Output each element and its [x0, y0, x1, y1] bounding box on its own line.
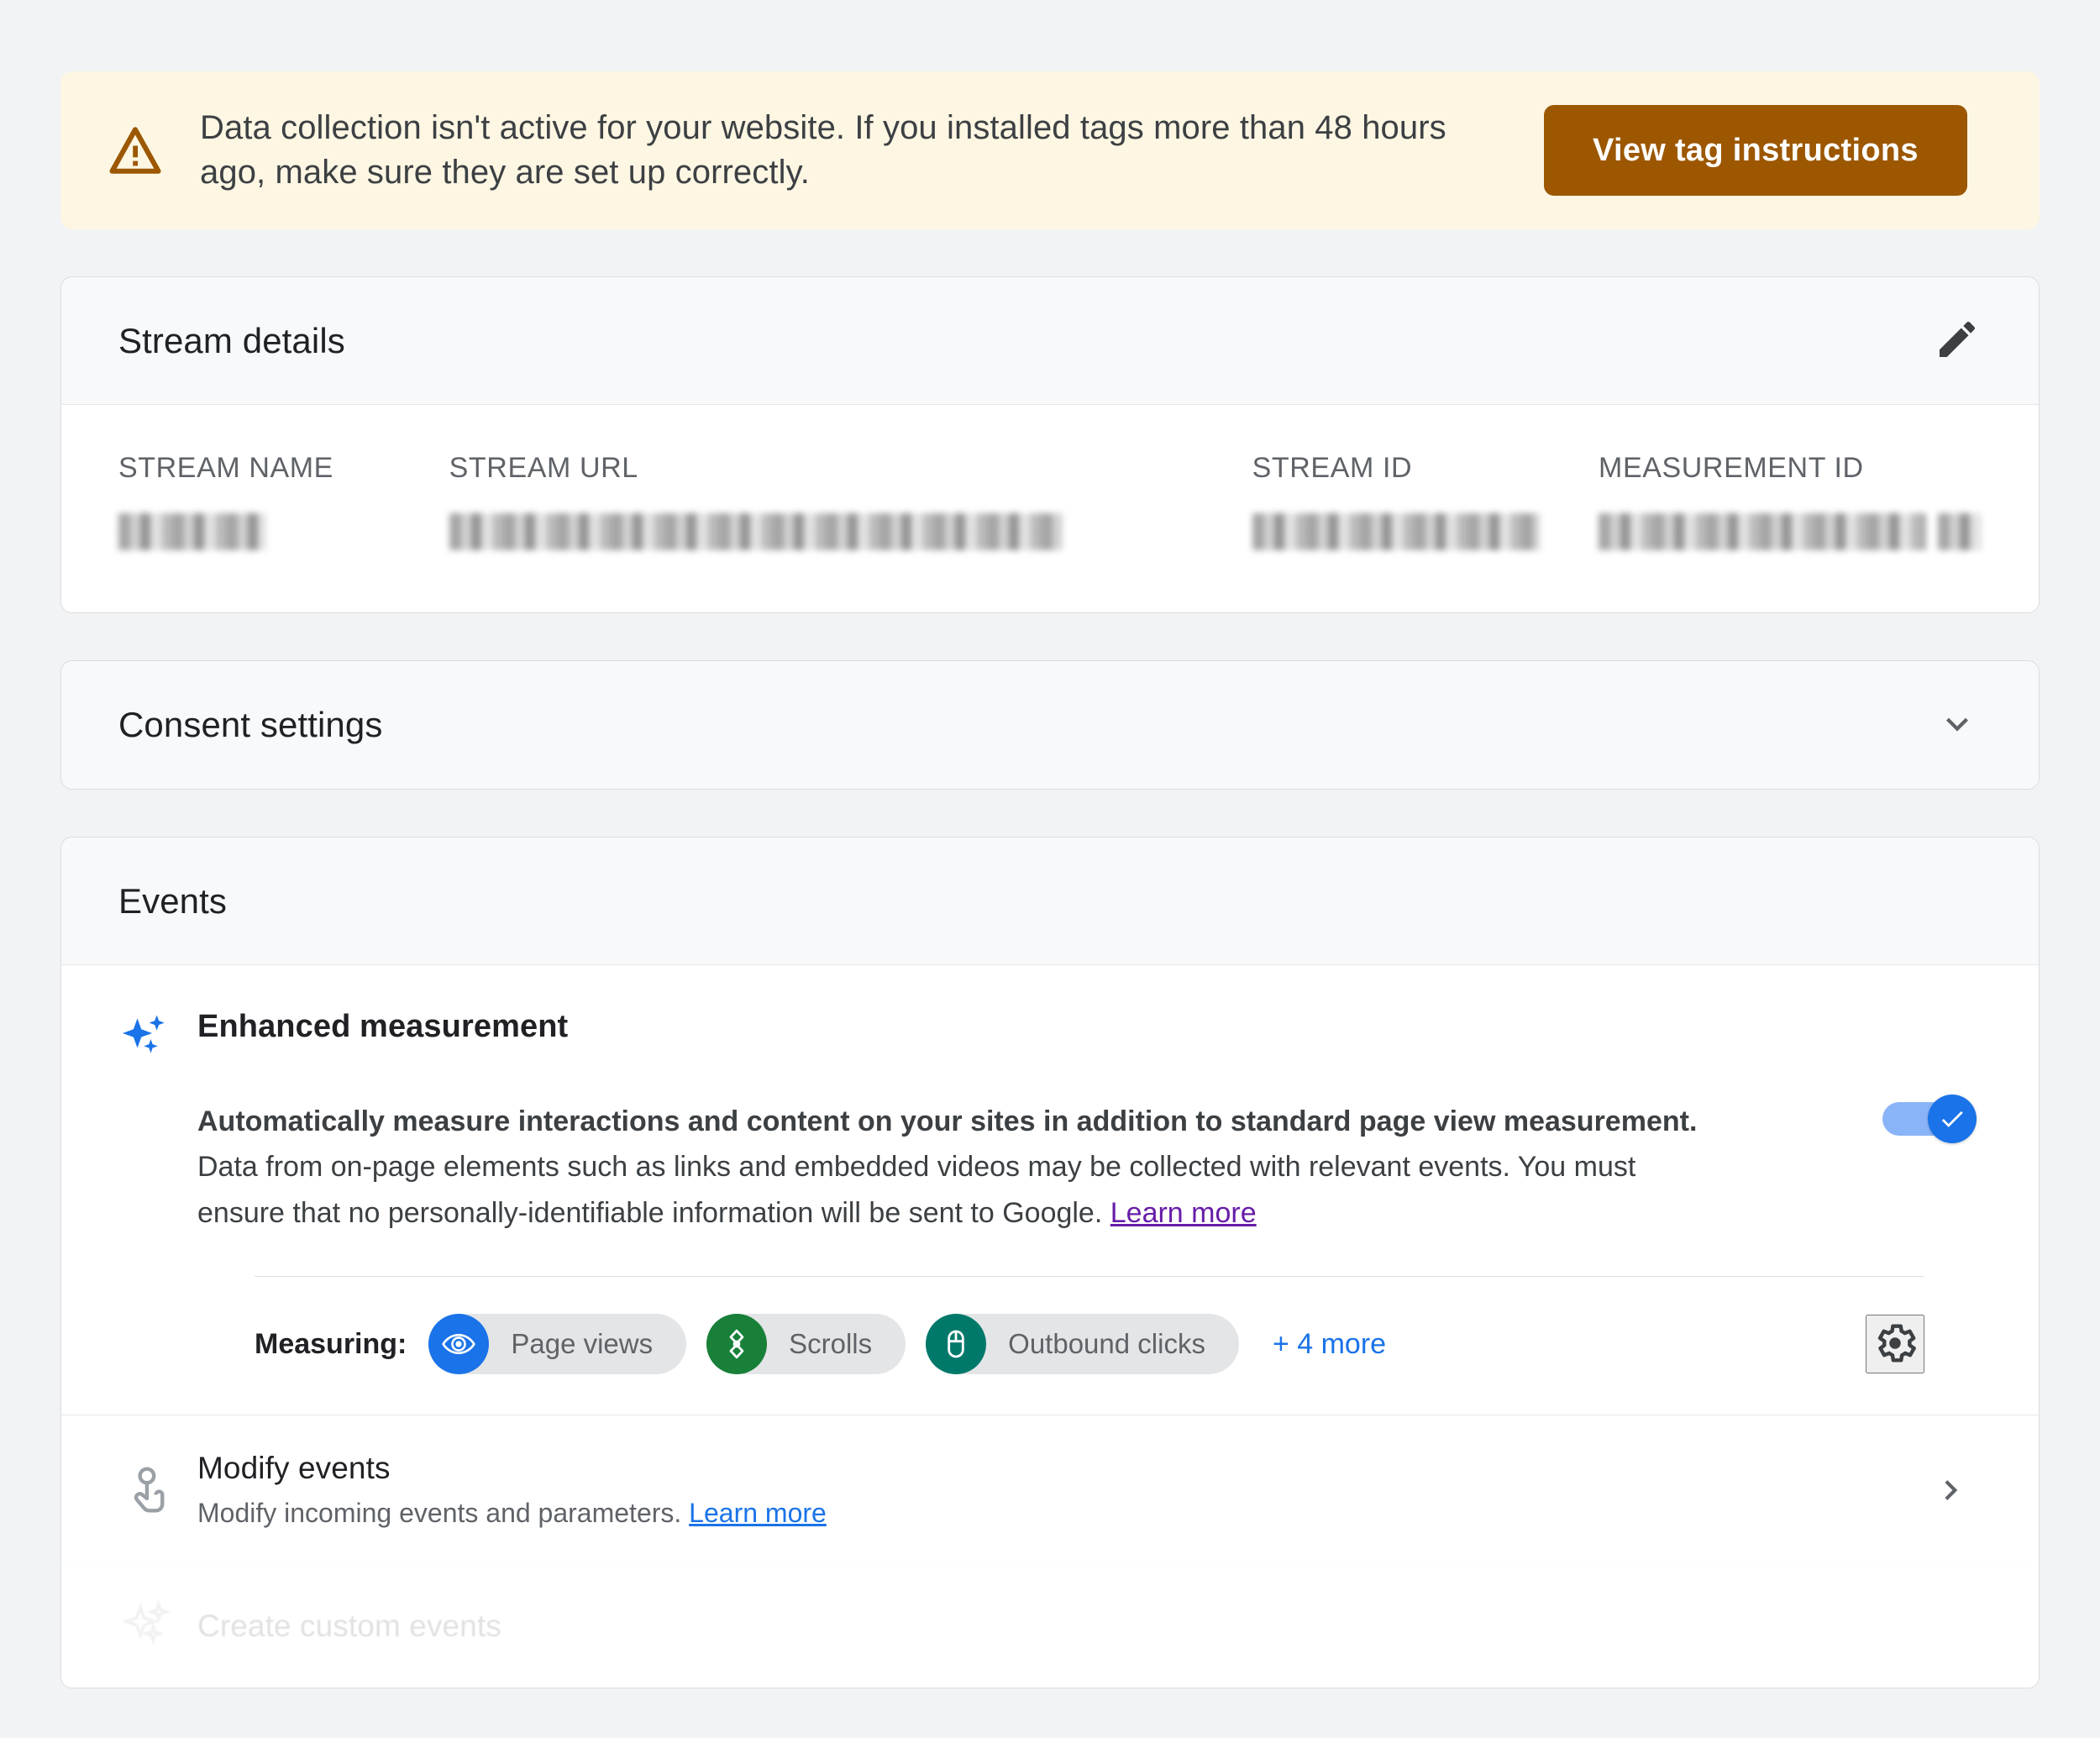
- chip-label-outbound-clicks: Outbound clicks: [1008, 1328, 1205, 1360]
- eye-icon: [428, 1314, 490, 1375]
- mouse-icon: [926, 1314, 987, 1375]
- chip-page-views[interactable]: Page views: [428, 1314, 687, 1375]
- stream-name-label: STREAM NAME: [118, 452, 333, 484]
- chevron-right-icon[interactable]: [1923, 1461, 1982, 1520]
- tap-hand-icon: [118, 1464, 179, 1516]
- toggle-thumb: [1928, 1095, 1977, 1143]
- enhanced-measurement-description-wrap: Automatically measure interactions and c…: [118, 1099, 1982, 1236]
- consent-settings-header[interactable]: Consent settings: [61, 661, 2039, 789]
- chip-label-scrolls: Scrolls: [789, 1328, 873, 1360]
- enhanced-measurement-settings-button[interactable]: [1866, 1315, 1924, 1374]
- gear-icon: [1872, 1320, 1919, 1369]
- measurement-id-value-redacted: [1599, 513, 1927, 550]
- edit-stream-button[interactable]: [1928, 312, 1987, 370]
- stream-name-column: STREAM NAME: [118, 452, 449, 550]
- modify-events-subtitle-text: Modify incoming events and parameters.: [197, 1498, 690, 1529]
- pencil-icon: [1934, 316, 1981, 365]
- settings-page: Data collection isn't active for your we…: [0, 71, 2100, 1738]
- stream-id-value-redacted: [1252, 513, 1540, 550]
- scroll-arrows-icon: [706, 1314, 768, 1375]
- stream-url-value-redacted: [449, 513, 1063, 550]
- stream-id-column: STREAM ID: [1252, 452, 1599, 550]
- enhanced-measurement-head: Enhanced measurement: [118, 1009, 1982, 1070]
- consent-settings-card[interactable]: Consent settings: [60, 660, 2040, 790]
- measuring-label: Measuring:: [255, 1327, 407, 1360]
- banner-message: Data collection isn't active for your we…: [200, 109, 1446, 191]
- measurement-id-column: MEASUREMENT ID: [1599, 452, 1982, 550]
- enhanced-measurement-description: Automatically measure interactions and c…: [197, 1099, 1709, 1236]
- warning-triangle-icon: [108, 123, 163, 178]
- enhanced-measurement-toggle[interactable]: [1882, 1095, 1977, 1143]
- events-card: Events Enhanced measurement Automaticall…: [60, 837, 2040, 1689]
- chevron-down-icon: [1935, 702, 1979, 748]
- stream-id-label: STREAM ID: [1252, 452, 1413, 484]
- stream-url-label: STREAM URL: [449, 452, 638, 484]
- copy-measurement-id-redacted[interactable]: [1938, 513, 1982, 550]
- events-title: Events: [118, 880, 227, 921]
- measuring-row: Measuring: Page views Scrolls Outbound c…: [118, 1277, 1982, 1415]
- stream-details-title: Stream details: [118, 320, 345, 360]
- stream-details-body: STREAM NAME STREAM URL STREAM ID MEASURE…: [61, 405, 2039, 612]
- chip-outbound-clicks[interactable]: Outbound clicks: [926, 1314, 1239, 1375]
- check-icon: [1941, 1111, 1963, 1127]
- modify-events-row[interactable]: Modify events Modify incoming events and…: [61, 1415, 2039, 1564]
- description-rest: Data from on-page elements such as links…: [197, 1151, 1636, 1229]
- data-collection-warning-banner: Data collection isn't active for your we…: [60, 71, 2040, 229]
- chip-scrolls[interactable]: Scrolls: [706, 1314, 906, 1375]
- stream-details-card: Stream details STREAM NAME STREAM URL ST…: [60, 276, 2040, 613]
- create-custom-events-row[interactable]: Create custom events: [61, 1564, 2039, 1688]
- chip-label-page-views: Page views: [511, 1328, 654, 1360]
- modify-events-learn-more-link[interactable]: Learn more: [689, 1498, 827, 1528]
- events-body: Enhanced measurement Automatically measu…: [61, 965, 2039, 1688]
- sparkle-icon: [118, 1011, 179, 1070]
- create-custom-events-text: Create custom events: [197, 1609, 1982, 1644]
- stream-url-column: STREAM URL: [449, 452, 1252, 550]
- measurement-id-label: MEASUREMENT ID: [1599, 452, 1864, 484]
- description-bold: Automatically measure interactions and c…: [197, 1105, 1698, 1137]
- view-tag-instructions-button[interactable]: View tag instructions: [1544, 105, 1967, 196]
- enhanced-measurement-row: Enhanced measurement Automatically measu…: [61, 965, 2039, 1415]
- enhanced-measurement-title: Enhanced measurement: [197, 1009, 569, 1044]
- sparkle-small-icon: [118, 1600, 179, 1652]
- events-header: Events: [61, 837, 2039, 965]
- consent-settings-title: Consent settings: [118, 705, 383, 744]
- bottom-fade-overlay: [0, 1700, 2100, 1738]
- stream-name-value-redacted: [118, 513, 266, 550]
- modify-events-title: Modify events: [197, 1451, 391, 1486]
- consent-settings-expand-button[interactable]: [1928, 696, 1987, 754]
- modify-events-subtitle: Modify incoming events and parameters. L…: [197, 1498, 1923, 1529]
- enhanced-measurement-learn-more-link[interactable]: Learn more: [1110, 1197, 1257, 1229]
- create-custom-events-title: Create custom events: [197, 1609, 501, 1644]
- measuring-more-link[interactable]: + 4 more: [1273, 1328, 1386, 1361]
- measurement-id-value-group: [1599, 513, 1982, 550]
- stream-details-header: Stream details: [61, 277, 2039, 405]
- modify-events-text: Modify events Modify incoming events and…: [197, 1451, 1923, 1529]
